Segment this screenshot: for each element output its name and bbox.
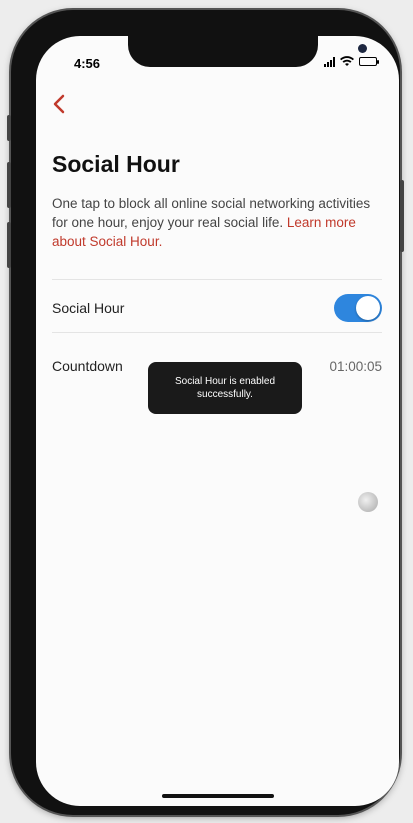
wifi-icon: [340, 56, 354, 66]
signal-icon: [324, 56, 335, 67]
notch: [128, 36, 367, 67]
battery-icon: [359, 57, 379, 66]
countdown-label: Countdown: [52, 358, 123, 374]
status-time: 4:56: [74, 56, 101, 71]
countdown-value: 01:00:05: [329, 358, 382, 374]
social-hour-label: Social Hour: [52, 300, 125, 316]
screen: 4:56 Social Hour One tap to block all on…: [36, 36, 399, 806]
toast-message: Social Hour is enabled successfully.: [148, 362, 302, 414]
volume-up-button: [7, 162, 11, 208]
power-button: [400, 180, 404, 252]
home-indicator[interactable]: [162, 794, 274, 798]
status-icons: [324, 56, 379, 67]
camera-icon: [358, 44, 367, 53]
social-hour-row: Social Hour: [52, 288, 382, 328]
page-title: Social Hour: [52, 151, 180, 177]
toggle-knob: [356, 296, 380, 320]
divider: [52, 332, 382, 333]
divider: [52, 279, 382, 280]
mute-switch: [7, 115, 11, 141]
volume-down-button: [7, 222, 11, 268]
back-chevron-icon[interactable]: [52, 94, 68, 114]
phone-frame: 4:56 Social Hour One tap to block all on…: [7, 10, 404, 815]
page-description: One tap to block all online social netwo…: [52, 194, 372, 251]
social-hour-toggle[interactable]: [334, 294, 382, 322]
assistive-touch-icon[interactable]: [358, 492, 378, 512]
